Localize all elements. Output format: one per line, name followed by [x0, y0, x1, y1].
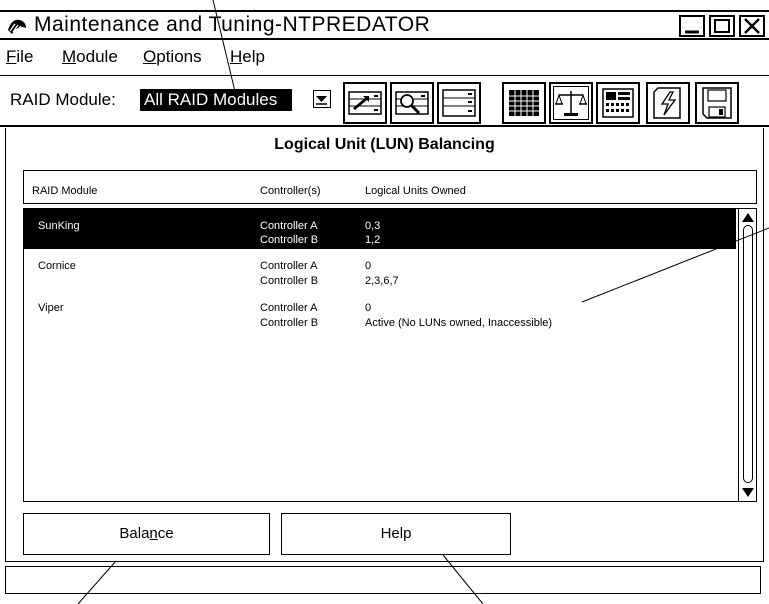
header-luns-owned: Logical Units Owned	[365, 185, 466, 197]
menu-module[interactable]: Module	[62, 47, 118, 67]
raid-module-select[interactable]: All RAID Modules	[140, 89, 292, 111]
scroll-down-icon[interactable]	[741, 485, 755, 499]
header-raid-module: RAID Module	[32, 185, 98, 197]
row-module-name: Viper	[38, 302, 64, 314]
help-button[interactable]: Help	[281, 513, 511, 555]
balance-scale-icon[interactable]	[549, 82, 593, 124]
find-module-icon[interactable]	[390, 82, 434, 124]
app-icon[interactable]	[6, 16, 28, 36]
menu-bar: File Module Options Help	[0, 44, 769, 72]
scroll-up-icon[interactable]	[741, 211, 755, 225]
minimize-button[interactable]	[679, 15, 705, 37]
help-button-label: Help	[380, 525, 412, 542]
scroll-track[interactable]	[743, 225, 753, 483]
vertical-scrollbar[interactable]	[738, 209, 756, 501]
load-configuration-icon[interactable]	[343, 82, 387, 124]
row-luns: 0,3	[365, 220, 381, 232]
table-row[interactable]: Viper Controller A 0 Controller B Active…	[24, 301, 736, 341]
save-disk-icon[interactable]	[695, 82, 739, 124]
module-profile-icon[interactable]	[437, 82, 481, 124]
balance-button-label: Bala	[119, 525, 150, 542]
status-bar	[5, 566, 761, 594]
row-controller: Controller B	[260, 275, 319, 287]
row-controller: Controller A	[260, 260, 318, 272]
logical-unit-grid-icon[interactable]	[502, 82, 546, 124]
row-luns: Active (No LUNs owned, Inaccessible)	[365, 317, 553, 329]
dropdown-arrow-icon[interactable]	[313, 90, 331, 108]
row-module-name: SunKing	[38, 220, 80, 232]
row-luns: 0	[365, 260, 372, 272]
menu-file[interactable]: File	[6, 47, 33, 67]
raid-module-label: RAID Module:	[10, 90, 116, 109]
balance-button-mnemonic: n	[149, 525, 158, 542]
lun-list: SunKing Controller A 0,3 Controller B 1,…	[23, 208, 757, 502]
table-row[interactable]: Cornice Controller A 0 Controller B 2,3,…	[24, 259, 736, 299]
title-bar: Maintenance and Tuning-NTPREDATOR	[0, 10, 769, 40]
row-module-name: Cornice	[38, 260, 76, 272]
row-controller: Controller A	[260, 302, 318, 314]
row-luns: 1,2	[365, 234, 381, 246]
module-toolbar: RAID Module: All RAID Modules	[0, 75, 769, 127]
row-luns: 0	[365, 302, 372, 314]
header-controllers: Controller(s)	[260, 185, 321, 197]
maximize-button[interactable]	[709, 15, 735, 37]
cache-parameters-icon[interactable]	[596, 82, 640, 124]
row-controller: Controller A	[260, 220, 318, 232]
menu-options[interactable]: Options	[143, 47, 202, 67]
balance-button[interactable]: Balance	[23, 513, 270, 555]
row-controller: Controller B	[260, 234, 319, 246]
maintenance-tuning-window: Maintenance and Tuning-NTPREDATOR File M…	[0, 0, 769, 604]
window-title: Maintenance and Tuning-NTPREDATOR	[34, 13, 431, 36]
recovery-icon[interactable]	[646, 82, 690, 124]
panel-title: Logical Unit (LUN) Balancing	[274, 136, 495, 153]
balance-button-label-end: ce	[157, 525, 174, 542]
table-row[interactable]: SunKing Controller A 0,3 Controller B 1,…	[24, 209, 736, 249]
lun-balancing-panel: Logical Unit (LUN) Balancing RAID Module…	[5, 128, 764, 562]
row-controller: Controller B	[260, 317, 319, 329]
menu-help[interactable]: Help	[230, 47, 265, 67]
lun-list-rows: SunKing Controller A 0,3 Controller B 1,…	[24, 209, 736, 501]
row-luns: 2,3,6,7	[365, 275, 399, 287]
column-header: RAID Module Controller(s) Logical Units …	[23, 170, 757, 204]
close-button[interactable]	[739, 15, 765, 37]
